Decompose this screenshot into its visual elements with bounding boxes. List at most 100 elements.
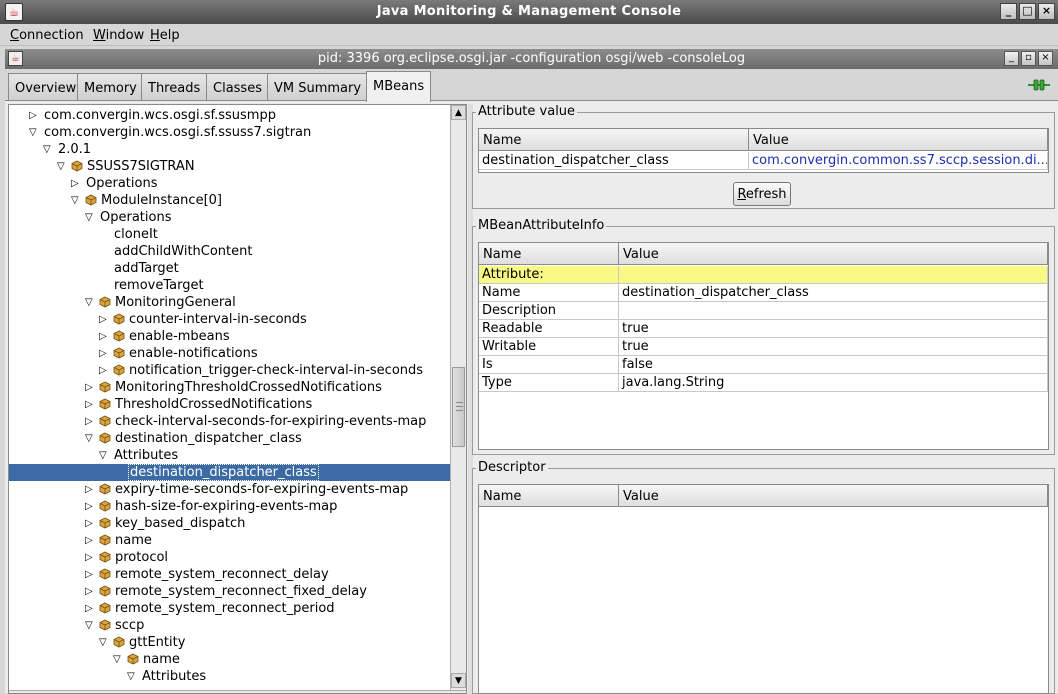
expanded-triangle-icon[interactable]: ▽: [85, 296, 96, 309]
frame-minimize-icon[interactable]: _: [1004, 51, 1019, 66]
info-name-cell[interactable]: Is: [479, 356, 619, 374]
collapsed-triangle-icon[interactable]: ▷: [85, 568, 96, 581]
tree-node[interactable]: ▷ remote_system_reconnect_fixed_delay: [9, 583, 450, 600]
info-name-cell[interactable]: Type: [479, 374, 619, 392]
minimize-icon[interactable]: _: [1000, 3, 1017, 20]
info-value-cell[interactable]: true: [619, 338, 1048, 356]
tree-node[interactable]: ▷ notification_trigger-check-interval-in-…: [9, 362, 450, 379]
info-name-cell[interactable]: Description: [479, 302, 619, 320]
tree-node[interactable]: ▷ counter-interval-in-seconds: [9, 311, 450, 328]
tab-mbeans[interactable]: MBeans: [366, 71, 432, 102]
tree-node[interactable]: ▷ key_based_dispatch: [9, 515, 450, 532]
tree-node[interactable]: ▷ enable-mbeans: [9, 328, 450, 345]
tree-node[interactable]: ▽ SSUSS7SIGTRAN: [9, 158, 450, 175]
menu-connection[interactable]: Connection: [10, 28, 84, 43]
collapsed-triangle-icon[interactable]: ▷: [85, 415, 96, 428]
collapsed-triangle-icon[interactable]: ▷: [85, 398, 96, 411]
collapsed-triangle-icon[interactable]: ▷: [99, 364, 110, 377]
collapsed-triangle-icon[interactable]: ▷: [71, 177, 82, 190]
expanded-triangle-icon[interactable]: ▽: [99, 449, 110, 462]
info-name-cell[interactable]: Name: [479, 284, 619, 302]
collapsed-triangle-icon[interactable]: ▷: [85, 500, 96, 513]
mbean-tree[interactable]: ▷ com.convergin.wcs.osgi.sf.ssusmpp ▽ com.c…: [9, 105, 450, 690]
tree-node[interactable]: ▷ expiry-time-seconds-for-expiring-events…: [9, 481, 450, 498]
info-name-cell[interactable]: Readable: [479, 320, 619, 338]
tree-node[interactable]: removeTarget: [9, 277, 450, 294]
collapsed-triangle-icon[interactable]: ▷: [99, 347, 110, 360]
tree-node[interactable]: ▷ ThresholdCrossedNotifications: [9, 396, 450, 413]
column-header-name[interactable]: Name: [479, 243, 619, 265]
info-value-cell[interactable]: true: [619, 320, 1048, 338]
tab-memory[interactable]: Memory: [77, 73, 144, 101]
info-name-cell[interactable]: Writable: [479, 338, 619, 356]
tree-node-selected[interactable]: destination_dispatcher_class: [9, 464, 450, 481]
tab-vm-summary[interactable]: VM Summary: [267, 73, 369, 101]
scroll-up-icon[interactable]: ▲: [451, 105, 466, 120]
column-header-value[interactable]: Value: [749, 129, 1048, 151]
attribute-name-cell[interactable]: destination_dispatcher_class: [479, 152, 749, 170]
tree-node[interactable]: ▷ protocol: [9, 549, 450, 566]
tab-threads[interactable]: Threads: [141, 73, 208, 101]
tree-node[interactable]: ▷ com.convergin.wcs.osgi.sf.ssusmpp: [9, 107, 450, 124]
expanded-triangle-icon[interactable]: ▽: [71, 194, 82, 207]
collapsed-triangle-icon[interactable]: ▷: [85, 534, 96, 547]
tree-node[interactable]: addTarget: [9, 260, 450, 277]
collapsed-triangle-icon[interactable]: ▷: [85, 483, 96, 496]
scroll-down-icon[interactable]: ▼: [451, 673, 466, 688]
tree-node[interactable]: ▷ enable-notifications: [9, 345, 450, 362]
tree-node[interactable]: ▽ sccp: [9, 617, 450, 634]
column-header-name[interactable]: Name: [479, 129, 749, 151]
tree-node[interactable]: ▽ gttEntity: [9, 634, 450, 651]
info-value-cell[interactable]: destination_dispatcher_class: [619, 284, 1048, 302]
attribute-value-table[interactable]: Name Value destination_dispatcher_class …: [478, 128, 1049, 173]
tree-node[interactable]: ▽ Operations: [9, 209, 450, 226]
expanded-triangle-icon[interactable]: ▽: [43, 143, 54, 156]
expanded-triangle-icon[interactable]: ▽: [85, 432, 96, 445]
tree-vertical-scrollbar[interactable]: ▲ ▼: [450, 105, 466, 690]
collapsed-triangle-icon[interactable]: ▷: [99, 330, 110, 343]
column-header-value[interactable]: Value: [619, 485, 1048, 507]
frame-close-icon[interactable]: ×: [1038, 51, 1053, 66]
tree-node[interactable]: ▷ remote_system_reconnect_delay: [9, 566, 450, 583]
tree-node[interactable]: ▷ remote_system_reconnect_period: [9, 600, 450, 617]
tree-node[interactable]: ▷ MonitoringThresholdCrossedNotifications: [9, 379, 450, 396]
collapsed-triangle-icon[interactable]: ▷: [85, 517, 96, 530]
internal-frame-titlebar[interactable]: ☕ pid: 3396 org.eclipse.osgi.jar -config…: [5, 49, 1058, 69]
info-value-cell[interactable]: [619, 302, 1048, 320]
expanded-triangle-icon[interactable]: ▽: [127, 670, 138, 683]
tree-node[interactable]: ▷ check-interval-seconds-for-expiring-eve…: [9, 413, 450, 430]
collapsed-triangle-icon[interactable]: ▷: [85, 602, 96, 615]
expanded-triangle-icon[interactable]: ▽: [85, 619, 96, 632]
tree-node[interactable]: ▽ 2.0.1: [9, 141, 450, 158]
tree-node[interactable]: ▷ Operations: [9, 175, 450, 192]
expanded-triangle-icon[interactable]: ▽: [29, 126, 40, 139]
plug-connected-icon[interactable]: [1028, 77, 1050, 93]
expanded-triangle-icon[interactable]: ▽: [85, 211, 96, 224]
collapsed-triangle-icon[interactable]: ▷: [29, 109, 40, 122]
collapsed-triangle-icon[interactable]: ▷: [85, 585, 96, 598]
info-value-cell[interactable]: [619, 266, 1048, 284]
mbean-attribute-info-table[interactable]: Name Value Attribute: Name destination_dis…: [478, 242, 1049, 450]
tab-overview[interactable]: Overview: [8, 73, 84, 101]
tree-node[interactable]: ▷ hash-size-for-expiring-events-map: [9, 498, 450, 515]
tree-horizontal-scrollbar[interactable]: [9, 690, 466, 693]
expanded-triangle-icon[interactable]: ▽: [113, 653, 124, 666]
tree-node[interactable]: ▷ name: [9, 532, 450, 549]
close-icon[interactable]: ×: [1038, 3, 1055, 20]
attribute-value-cell[interactable]: com.convergin.common.ss7.sccp.session.di…: [749, 152, 1048, 170]
window-titlebar[interactable]: ☕ Java Monitoring & Management Console _…: [0, 0, 1058, 24]
info-name-cell[interactable]: Attribute:: [479, 266, 619, 284]
tree-node[interactable]: ▽ Attributes: [9, 668, 450, 685]
menu-help[interactable]: Help: [150, 28, 180, 43]
maximize-icon[interactable]: □: [1019, 3, 1036, 20]
info-value-cell[interactable]: java.lang.String: [619, 374, 1048, 392]
tree-node[interactable]: ▽ MonitoringGeneral: [9, 294, 450, 311]
column-header-value[interactable]: Value: [619, 243, 1048, 265]
tree-node[interactable]: ▽ com.convergin.wcs.osgi.sf.ssuss7.sigtra…: [9, 124, 450, 141]
tree-node[interactable]: addChildWithContent: [9, 243, 450, 260]
collapsed-triangle-icon[interactable]: ▷: [99, 313, 110, 326]
descriptor-table[interactable]: Name Value: [478, 484, 1049, 694]
expanded-triangle-icon[interactable]: ▽: [57, 160, 68, 173]
scroll-thumb[interactable]: [452, 367, 465, 447]
frame-maximize-icon[interactable]: ▫: [1021, 51, 1036, 66]
